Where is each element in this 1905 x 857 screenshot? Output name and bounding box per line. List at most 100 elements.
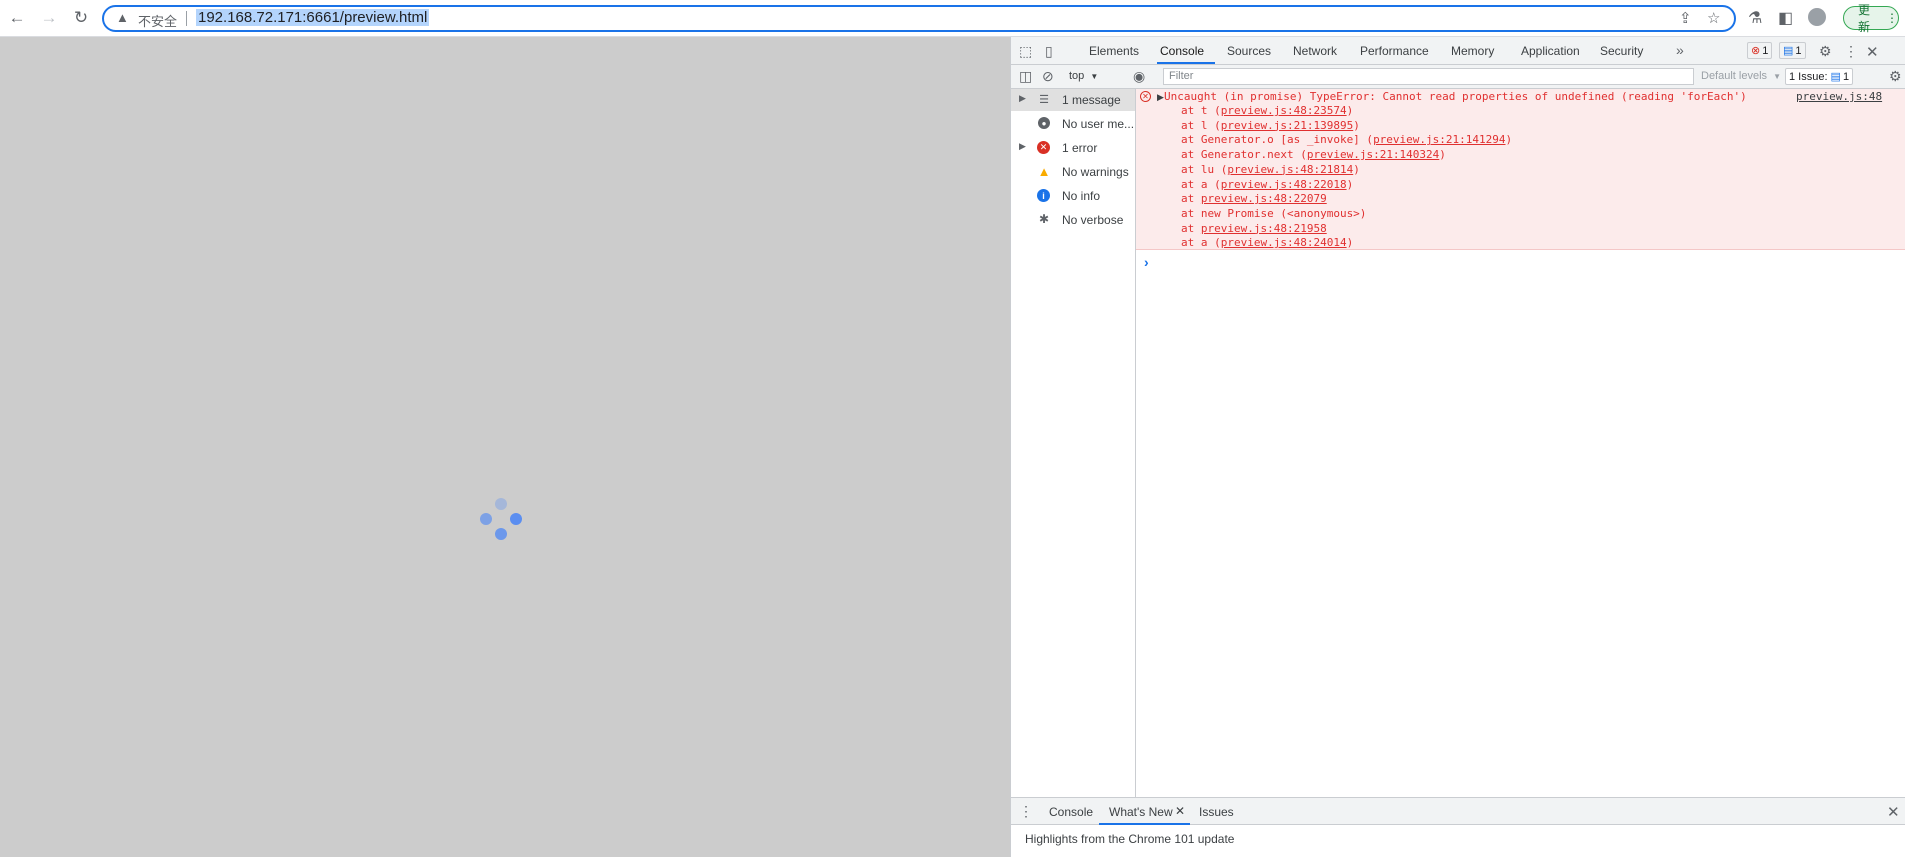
tab-sources[interactable]: Sources [1227,44,1271,58]
error-count: 1 [1762,44,1769,57]
more-tabs-chevron-icon[interactable]: » [1676,42,1684,58]
stack-frame-link[interactable]: preview.js:21:139895 [1221,119,1353,132]
console-toolbar: ◫ ⊘ top ▼ ◉ Filter Default levels ▼ 1 Is… [1011,65,1905,89]
arrow-right-icon: → [40,8,58,27]
update-button[interactable]: 更新 ⋮ [1843,3,1899,34]
stack-frame-link[interactable]: preview.js:48:22018 [1221,178,1347,191]
console-error-message[interactable]: ✕ ▶ Uncaught (in promise) TypeError: Can… [1136,89,1905,250]
sidebar-item-errors[interactable]: ▶ ✕ 1 error [1011,137,1135,159]
stack-frame-text: at [1181,221,1201,235]
stack-frame-link[interactable]: preview.js:48:21958 [1201,222,1327,235]
stack-frame-text: ) [1439,148,1446,162]
message-icon: ▤ [1783,45,1794,57]
clear-console-icon[interactable]: ⊘ [1042,68,1054,85]
stack-frame-link[interactable]: preview.js:21:140324 [1307,148,1439,161]
labs-flask-icon[interactable]: ⚗ [1748,8,1762,28]
stack-frame-link[interactable]: preview.js:48:22079 [1201,192,1327,205]
stack-frame: at l (preview.js:21:139895) [1181,119,1360,132]
caret-down-icon: ▼ [1090,72,1099,81]
stack-frame-link[interactable]: preview.js:48:24014 [1221,236,1347,249]
security-status[interactable]: 不安全 [138,11,177,30]
tab-security[interactable]: Security [1600,44,1643,58]
profile-avatar[interactable] [1808,8,1826,26]
spinner-dot [495,498,507,510]
drawer-content: Highlights from the Chrome 101 update [1011,825,1905,857]
kebab-menu-icon[interactable]: ⋮ [1844,43,1858,60]
sidebar-item-label: No warnings [1062,165,1129,179]
console-prompt[interactable]: › [1144,254,1149,270]
expand-arrow-icon[interactable]: ▶ [1019,93,1026,104]
reload-button[interactable]: ↻ [70,7,92,29]
update-label: 更新 [1858,3,1871,34]
stack-frame-text: at a ( [1181,177,1221,191]
expand-arrow-icon[interactable]: ▶ [1157,92,1164,103]
context-label: top [1069,70,1085,82]
drawer-tab-console[interactable]: Console [1049,805,1093,819]
stack-frame: at new Promise (<anonymous>) [1181,207,1366,220]
tab-network[interactable]: Network [1293,44,1337,58]
drawer-menu-icon[interactable]: ⋮ [1019,803,1033,820]
eye-icon[interactable]: ◉ [1133,68,1145,85]
expand-arrow-icon[interactable]: ▶ [1019,141,1026,152]
stack-frame-link[interactable]: preview.js:48:23574 [1221,104,1347,117]
context-selector[interactable]: top ▼ [1069,70,1098,82]
stack-frame-link[interactable]: preview.js:21:141294 [1373,133,1505,146]
sidebar-item-messages[interactable]: ▶ ☰ 1 message [1011,89,1135,111]
drawer-tab-issues[interactable]: Issues [1199,805,1234,819]
drawer-tab-whats-new[interactable]: What's New [1109,805,1173,819]
console-output: ✕ ▶ Uncaught (in promise) TypeError: Can… [1136,89,1905,797]
stack-frame-text: at a ( [1181,236,1221,250]
bug-icon: ✱ [1038,212,1050,226]
issues-button[interactable]: 1 Issue: ▤ 1 [1785,68,1854,85]
active-tab-indicator [1157,62,1215,64]
stack-frame-link[interactable]: preview.js:48:21814 [1227,163,1353,176]
close-devtools-icon[interactable]: ✕ [1866,43,1879,61]
tab-elements[interactable]: Elements [1089,44,1139,58]
error-icon: ✕ [1140,91,1151,102]
filter-input[interactable]: Filter [1163,68,1694,85]
stack-frame-text: at new Promise (<anonymous>) [1181,206,1367,220]
message-count-badge[interactable]: ▤ 1 [1779,42,1806,59]
share-icon[interactable]: ⇪ [1679,9,1692,27]
stack-frame-text: ) [1346,104,1354,117]
back-button[interactable]: ← [6,7,28,29]
sidebar-item-verbose[interactable]: ✱ No verbose [1011,209,1135,231]
forward-button[interactable]: → [38,7,60,29]
stack-frame: at a (preview.js:48:22018) [1181,178,1353,191]
sidebar-item-label: No verbose [1062,213,1124,227]
divider [186,11,187,26]
log-levels-dropdown[interactable]: Default levels ▼ [1701,70,1781,82]
address-bar[interactable]: ▲ 不安全 192.168.72.171:6661/preview.html ⇪… [102,5,1736,32]
stack-frame-text: ) [1346,177,1354,191]
show-sidebar-icon[interactable]: ◫ [1019,68,1032,85]
error-count-badge[interactable]: ⊗ 1 [1747,42,1773,59]
page-viewport [0,37,1010,857]
issues-label: 1 Issue: [1789,70,1828,83]
sidebar-item-warnings[interactable]: ▲ No warnings [1011,161,1135,183]
error-icon: ✕ [1037,141,1050,154]
sidebar-item-user-messages[interactable]: ● No user me... [1011,113,1135,135]
inspect-element-icon[interactable]: ⬚ [1019,43,1032,60]
url-text[interactable]: 192.168.72.171:6661/preview.html [196,9,430,26]
sidebar-item-info[interactable]: i No info [1011,185,1135,207]
sidebar-item-label: 1 message [1062,93,1121,107]
tab-application[interactable]: Application [1521,44,1580,58]
side-panel-icon[interactable]: ◧ [1778,8,1793,28]
console-settings-gear-icon[interactable]: ⚙ [1889,68,1902,85]
stack-frame-text: ) [1505,133,1513,147]
close-drawer-icon[interactable]: ✕ [1887,803,1900,821]
tab-console[interactable]: Console [1160,44,1204,58]
error-source-link[interactable]: preview.js:48 [1796,90,1882,103]
tab-performance[interactable]: Performance [1360,44,1429,58]
settings-gear-icon[interactable]: ⚙ [1819,43,1832,60]
list-icon: ☰ [1039,93,1049,106]
device-toolbar-icon[interactable]: ▯ [1045,43,1053,60]
error-text: Uncaught (in promise) TypeError: Cannot … [1164,90,1747,103]
tab-memory[interactable]: Memory [1451,44,1494,58]
close-tab-icon[interactable]: ✕ [1175,804,1185,818]
arrow-left-icon: ← [8,8,26,27]
kebab-menu-icon: ⋮ [1886,11,1898,25]
stack-frame-text: at [1181,192,1201,206]
bookmark-star-icon[interactable]: ☆ [1707,9,1720,27]
drawer-tab-bar: ⋮ Console What's New ✕ Issues ✕ [1011,797,1905,825]
